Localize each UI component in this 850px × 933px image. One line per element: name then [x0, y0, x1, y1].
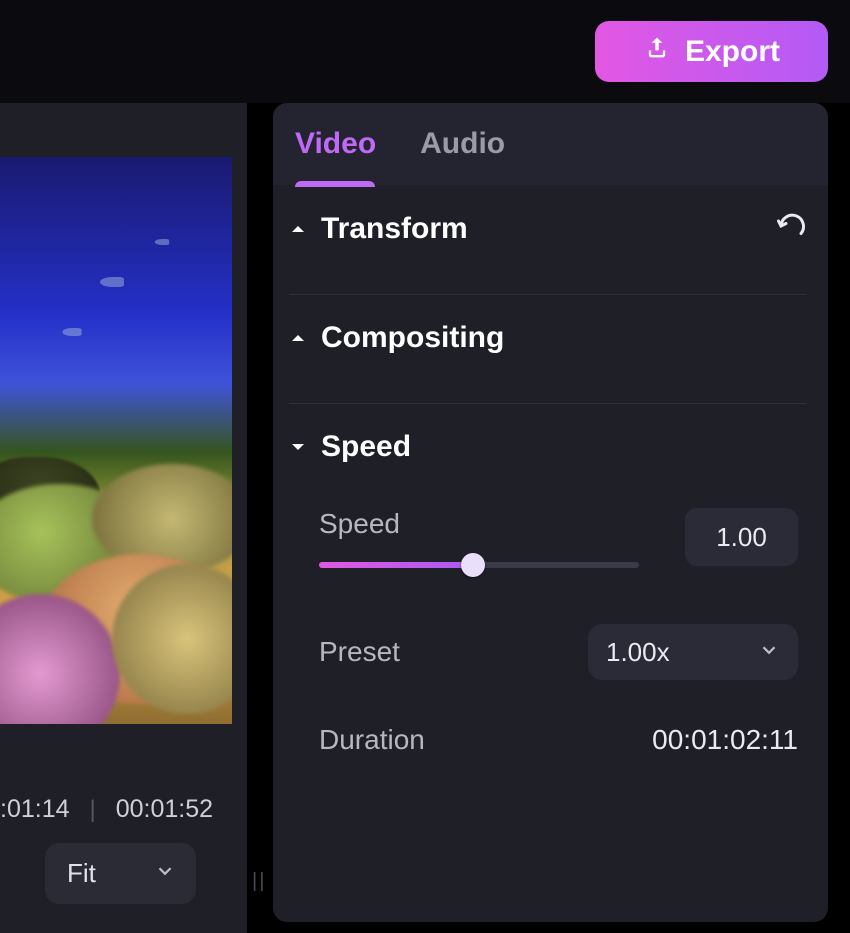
export-icon: [643, 34, 671, 70]
preset-label: Preset: [319, 636, 400, 668]
section-toggle-speed[interactable]: Speed: [289, 430, 411, 464]
caret-up-icon: [289, 220, 307, 238]
time-total: 00:01:52: [116, 795, 213, 824]
section-toggle-transform[interactable]: Transform: [289, 212, 468, 246]
fit-label: Fit: [67, 858, 96, 889]
section-title: Speed: [321, 430, 411, 464]
speed-slider[interactable]: [319, 562, 639, 568]
time-display: :01:14 | 00:01:52: [0, 795, 247, 824]
section-speed: Speed Speed 1.00: [289, 430, 806, 782]
reset-transform-button[interactable]: [776, 211, 806, 246]
tab-audio[interactable]: Audio: [420, 127, 505, 161]
speed-value: 1.00: [716, 522, 767, 553]
undo-icon: [776, 228, 806, 245]
export-label: Export: [685, 35, 780, 69]
section-compositing: Compositing: [289, 321, 806, 404]
slider-thumb[interactable]: [461, 553, 485, 577]
caret-down-icon: [289, 438, 307, 456]
chevron-down-icon: [758, 637, 780, 668]
duration-value: 00:01:02:11: [652, 724, 798, 756]
speed-label: Speed: [319, 508, 685, 540]
export-button[interactable]: Export: [595, 21, 828, 82]
duration-label: Duration: [319, 724, 425, 756]
video-preview-content: [0, 157, 232, 724]
chevron-down-icon: [154, 858, 176, 889]
section-transform: Transform: [289, 211, 806, 295]
tab-video[interactable]: Video: [295, 127, 376, 161]
properties-panel: Video Audio Transform: [273, 103, 828, 922]
tab-label: Video: [295, 127, 376, 160]
preset-value: 1.00x: [606, 637, 670, 668]
preset-select[interactable]: 1.00x: [588, 624, 798, 680]
caret-up-icon: [289, 329, 307, 347]
top-bar: Export: [0, 0, 850, 103]
section-title: Compositing: [321, 321, 504, 355]
section-toggle-compositing[interactable]: Compositing: [289, 321, 504, 355]
video-preview[interactable]: [0, 157, 232, 724]
fit-select[interactable]: Fit: [45, 843, 196, 904]
speed-value-input[interactable]: 1.00: [685, 508, 798, 566]
panel-resize-handle[interactable]: ||: [252, 870, 266, 893]
preview-panel: :01:14 | 00:01:52 Fit: [0, 103, 247, 933]
slider-fill: [319, 562, 473, 568]
time-current: :01:14: [0, 795, 70, 824]
tab-label: Audio: [420, 127, 505, 160]
time-separator: |: [90, 796, 96, 824]
section-title: Transform: [321, 212, 468, 246]
tabs: Video Audio: [273, 103, 828, 185]
